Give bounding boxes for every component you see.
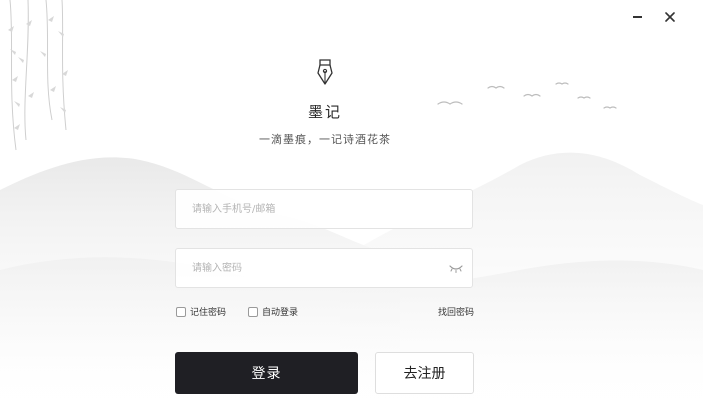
fountain-pen-nib-icon: [317, 59, 333, 85]
login-button[interactable]: 登录: [175, 352, 358, 394]
close-button[interactable]: [659, 6, 681, 28]
auto-login-label: 自动登录: [262, 308, 299, 318]
account-input[interactable]: [192, 190, 432, 228]
account-field: [175, 189, 473, 229]
password-field: [175, 248, 473, 288]
login-options: 记住密码 自动登录 找回密码: [176, 305, 474, 319]
remember-password-option[interactable]: 记住密码: [176, 305, 226, 318]
remember-password-label: 记住密码: [190, 308, 227, 318]
remember-password-checkbox[interactable]: [176, 306, 186, 317]
login-window: 墨记 一滴墨痕，一记诗酒花茶 记住密码 自动登录 找回密码 登录 去注册: [0, 0, 703, 411]
password-input[interactable]: [192, 249, 432, 287]
app-slogan: 一滴墨痕，一记诗酒花茶: [259, 133, 391, 146]
close-icon: [665, 12, 675, 22]
minimize-icon: [632, 16, 642, 18]
register-button[interactable]: 去注册: [375, 352, 474, 394]
auto-login-checkbox[interactable]: [248, 306, 258, 317]
auto-login-option[interactable]: 自动登录: [248, 305, 298, 318]
app-title: 墨记: [307, 103, 342, 121]
forgot-password-link[interactable]: 找回密码: [438, 305, 474, 318]
minimize-button[interactable]: [626, 6, 648, 28]
eye-closed-icon[interactable]: [449, 262, 463, 274]
